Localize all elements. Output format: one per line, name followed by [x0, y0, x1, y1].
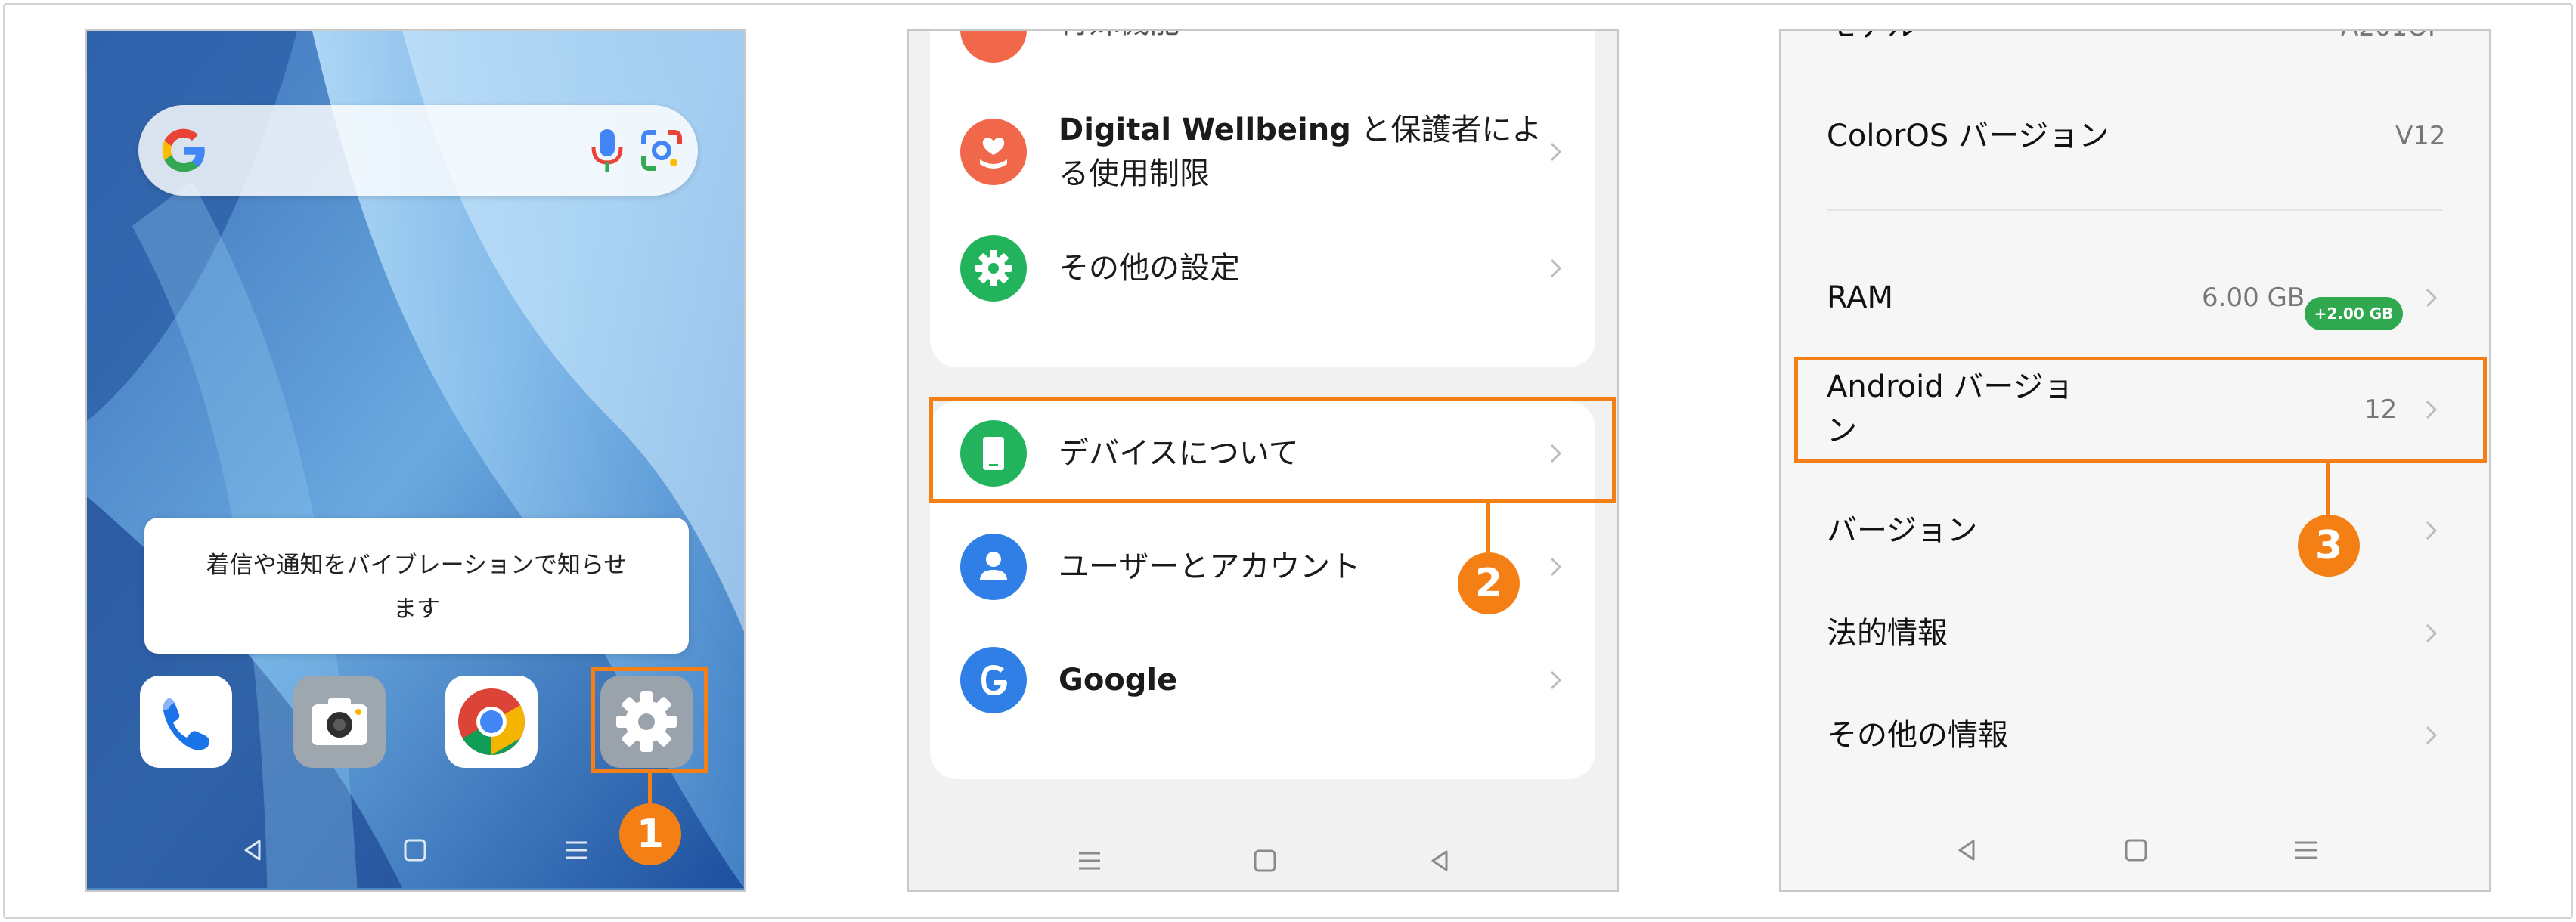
settings-item-digital-wellbeing[interactable]: Digital Wellbeing と保護者によ る使用制限 [930, 91, 1595, 212]
android-version-highlight-box [1794, 357, 2487, 463]
google-lens-icon[interactable] [637, 126, 686, 175]
home-icon[interactable] [1248, 844, 1282, 877]
chevron-right-icon [1544, 669, 1567, 692]
model-row[interactable]: モデル A201OP [1781, 31, 2489, 57]
back-icon[interactable] [1951, 834, 1984, 867]
model-value: A201OP [2341, 31, 2443, 49]
step-badge-2: 2 [1458, 552, 1520, 614]
back-icon[interactable] [1424, 844, 1457, 877]
mic-icon[interactable] [584, 126, 630, 175]
settings-item-label: ユーザーとアカウント [1059, 549, 1361, 584]
settings-item-label: その他の設定 [1059, 251, 1240, 286]
toast-line-1: 着信や通知をバイブレーションで知らせ [206, 552, 628, 579]
settings-card-top: 特殊機能 Digital Wellbeing と保護者によ る使用制限 [930, 31, 1595, 367]
settings-item-label: 特殊機能 [1059, 31, 1180, 45]
nav-bar [909, 844, 1617, 890]
toast-line-2: ます [393, 596, 440, 623]
section-divider [1827, 209, 2442, 211]
recents-icon[interactable] [1073, 844, 1106, 877]
nav-bar [87, 834, 744, 879]
camera-app-icon[interactable] [293, 676, 386, 768]
home-icon[interactable] [398, 834, 432, 867]
heart-hand-icon [960, 119, 1027, 185]
settings-item-label: Google [1059, 663, 1178, 698]
chevron-right-icon [2419, 286, 2442, 309]
settings-highlight-box [591, 667, 708, 773]
home-screen-panel: 着信や通知をバイブレーションで知らせ ます 1 [85, 29, 746, 892]
home-icon[interactable] [2119, 834, 2153, 867]
about-device-highlight-box [929, 397, 1616, 503]
model-label: モデル [1827, 31, 1917, 48]
coloros-version-row[interactable]: ColorOS バージョン V12 [1781, 107, 2489, 167]
gear-icon [960, 235, 1027, 302]
ram-label: RAM [1827, 280, 1894, 315]
settings-item-google[interactable]: Google [930, 632, 1595, 730]
legal-info-row[interactable]: 法的情報 [1781, 604, 2489, 664]
google-g-icon [162, 128, 205, 172]
settings-list-panel: 特殊機能 Digital Wellbeing と保護者によ る使用制限 [907, 29, 1619, 892]
ram-value: 6.00 GB [2202, 283, 2305, 313]
settings-item-special-features[interactable]: 特殊機能 [930, 31, 1595, 69]
special-features-icon [960, 31, 1027, 63]
chevron-right-icon [2419, 724, 2442, 747]
chevron-right-icon [1544, 555, 1567, 578]
coloros-version-value: V12 [2395, 121, 2446, 151]
chevron-right-icon [2419, 622, 2442, 645]
callout-line-1 [648, 773, 652, 803]
phone-app-icon[interactable] [140, 676, 232, 768]
legal-info-label: 法的情報 [1827, 616, 1948, 651]
recents-icon[interactable] [560, 834, 593, 867]
google-search-bar[interactable] [138, 105, 698, 196]
nav-bar [1781, 834, 2489, 879]
google-icon [960, 647, 1027, 713]
chevron-right-icon [1544, 257, 1567, 280]
user-icon [960, 534, 1027, 600]
coloros-version-label: ColorOS バージョン [1827, 119, 2109, 153]
chevron-right-icon [2419, 519, 2442, 542]
recents-icon[interactable] [2289, 834, 2323, 867]
digital-wellbeing-label-line1: Digital Wellbeing と保護者によ [1059, 113, 1542, 147]
chrome-app-icon[interactable] [445, 676, 538, 768]
settings-item-other-settings[interactable]: その他の設定 [930, 220, 1595, 318]
chevron-right-icon [1544, 141, 1567, 163]
version-row[interactable]: バージョン [1781, 501, 2489, 562]
other-info-label: その他の情報 [1827, 718, 2008, 753]
digital-wellbeing-label-line2: る使用制限 [1059, 156, 1210, 191]
back-icon[interactable] [237, 834, 270, 867]
vibration-toast: 着信や通知をバイブレーションで知らせ ます [144, 518, 689, 654]
version-label: バージョン [1827, 513, 1978, 548]
about-device-panel: モデル A201OP ColorOS バージョン V12 RAM 6.00 GB… [1779, 29, 2491, 892]
ram-expansion-badge: +2.00 GB [2305, 297, 2403, 330]
other-info-row[interactable]: その他の情報 [1781, 706, 2489, 766]
